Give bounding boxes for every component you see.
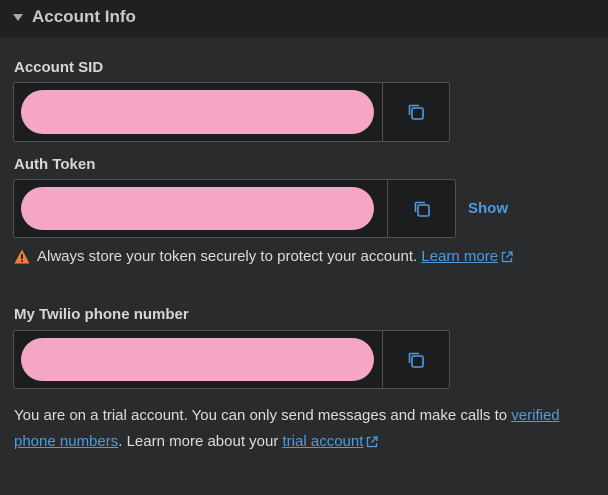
copy-icon bbox=[408, 104, 424, 120]
account-sid-copy-button[interactable] bbox=[382, 83, 449, 141]
trial-notice-middle: . Learn more about your bbox=[118, 433, 279, 450]
warning-text: Always store your token securely to prot… bbox=[37, 248, 418, 265]
auth-token-copy-button[interactable] bbox=[387, 180, 455, 237]
trial-account-link[interactable]: trial account bbox=[283, 433, 379, 450]
account-sid-label: Account SID bbox=[14, 59, 104, 76]
learn-more-link[interactable]: Learn more bbox=[421, 248, 513, 265]
phone-number-value-redacted bbox=[21, 338, 374, 381]
show-token-button[interactable]: Show bbox=[468, 200, 508, 217]
phone-number-field[interactable] bbox=[13, 330, 450, 389]
external-link-icon bbox=[367, 436, 379, 448]
account-sid-field[interactable] bbox=[13, 82, 450, 142]
phone-number-label: My Twilio phone number bbox=[14, 306, 189, 323]
section-header[interactable]: Account Info bbox=[0, 0, 608, 38]
warning-icon bbox=[14, 249, 30, 264]
section-title: Account Info bbox=[32, 7, 136, 26]
auth-token-field[interactable] bbox=[13, 179, 456, 238]
caret-down-icon[interactable] bbox=[13, 14, 23, 21]
auth-token-label: Auth Token bbox=[14, 156, 96, 173]
external-link-icon bbox=[501, 251, 513, 263]
copy-icon bbox=[414, 201, 430, 217]
account-sid-value-redacted bbox=[21, 90, 374, 134]
trial-notice: You are on a trial account. You can only… bbox=[14, 403, 574, 455]
copy-icon bbox=[408, 352, 424, 368]
auth-token-value-redacted bbox=[21, 187, 374, 230]
trial-notice-text: You are on a trial account. You can only… bbox=[14, 407, 508, 424]
phone-number-copy-button[interactable] bbox=[382, 331, 449, 388]
